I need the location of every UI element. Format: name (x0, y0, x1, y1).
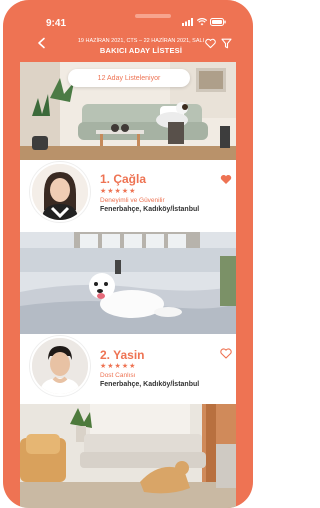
avatar (30, 162, 90, 222)
wifi-icon (197, 18, 207, 26)
candidate-skill: Dost Canlısı (100, 372, 136, 379)
candidate-location: Fenerbahçe, Kadıköy/İstanbul (100, 206, 200, 213)
signal-icon (182, 18, 193, 26)
candidate-location: Fenerbahçe, Kadıköy/İstanbul (100, 381, 200, 388)
candidate-card-2[interactable]: 2. Yasin ★★★★★ Dost Canlısı Fenerbahçe, … (20, 334, 236, 396)
rating-stars: ★★★★★ (100, 187, 137, 195)
app-screen: 9:41 19 HAZİRAN 2021, CTS – 22 HAZİRAN 2… (20, 0, 236, 508)
candidate-skill: Deneyimli ve Güvenilir (100, 197, 165, 204)
battery-icon (210, 18, 226, 26)
phone-frame: 9:41 19 HAZİRAN 2021, CTS – 22 HAZİRAN 2… (3, 0, 253, 508)
candidate-name: 1. Çağla (100, 172, 147, 186)
top-bar: 9:41 19 HAZİRAN 2021, CTS – 22 HAZİRAN 2… (20, 0, 236, 62)
back-arrow-icon[interactable] (36, 37, 48, 49)
status-time: 9:41 (46, 18, 67, 29)
heart-outline-icon[interactable] (220, 348, 232, 359)
heart-filled-icon[interactable] (220, 174, 232, 185)
page-title: BAKICI ADAY LİSTESİ (99, 46, 183, 55)
status-icons (182, 18, 226, 26)
filter-icon[interactable] (221, 38, 232, 49)
rating-stars: ★★★★★ (100, 362, 137, 370)
date-range: 19 HAZİRAN 2021, CTS – 22 HAZİRAN 2021, … (77, 38, 205, 44)
dog-on-bed-photo (20, 232, 236, 338)
candidate-card-1[interactable]: 1. Çağla ★★★★★ Deneyimli ve Güvenilir Fe… (20, 160, 236, 222)
avatar (30, 336, 90, 396)
living-room-dog-photo (20, 404, 236, 508)
candidate-name: 2. Yasin (100, 348, 145, 362)
heart-outline-icon[interactable] (205, 38, 216, 49)
candidate-count-pill: 12 Aday Listeleniyor (68, 69, 190, 87)
speaker-notch (135, 14, 171, 18)
